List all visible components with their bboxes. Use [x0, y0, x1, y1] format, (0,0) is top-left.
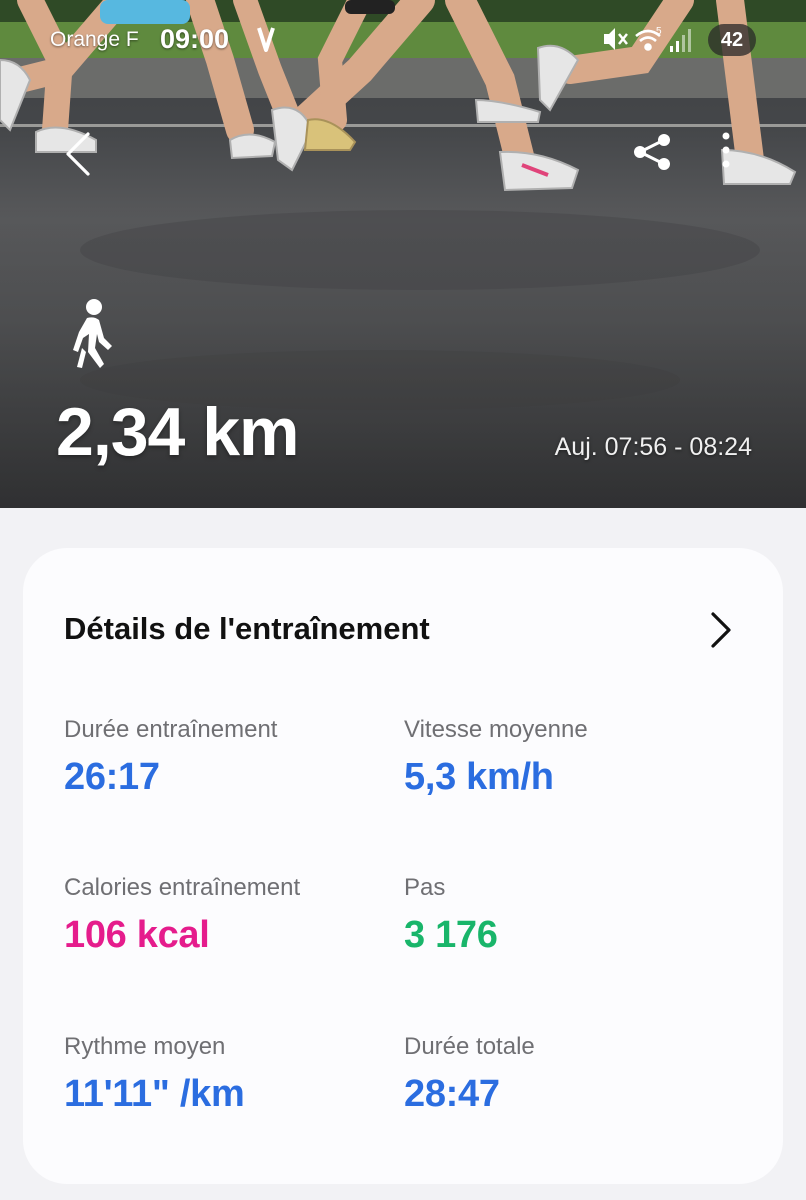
mute-icon: [604, 28, 628, 50]
stat-workout-duration: Durée entraînement 26:17: [64, 716, 277, 799]
workout-details-card: Détails de l'entraînement Durée entraîne…: [23, 548, 783, 1184]
stat-average-speed: Vitesse moyenne 5,3 km/h: [404, 716, 588, 799]
walking-person-icon: [73, 299, 112, 368]
stat-value: 3 176: [404, 914, 498, 956]
carrier-name: Orange F: [50, 28, 139, 51]
stat-value: 106 kcal: [64, 914, 210, 956]
back-button[interactable]: [48, 124, 108, 184]
battery-indicator: 42: [708, 24, 756, 56]
workout-time-range: Auj. 07:56 - 08:24: [554, 433, 752, 461]
app-notification-icon: [257, 27, 275, 52]
stat-steps: Pas 3 176: [404, 874, 498, 957]
details-title: Détails de l'entraînement: [64, 611, 430, 646]
more-options-button[interactable]: [698, 124, 758, 184]
share-button[interactable]: [622, 124, 682, 184]
stat-total-duration: Durée totale 28:47: [404, 1033, 535, 1116]
workout-screen: Orange F 09:00 5 42 2,34 km Auj. 07:56 -…: [0, 0, 806, 1200]
chevron-left-icon: [66, 132, 90, 176]
stat-label: Calories entraînement: [64, 874, 301, 901]
share-icon: [634, 134, 670, 170]
stat-value: 26:17: [64, 756, 160, 798]
stat-label: Durée entraînement: [64, 716, 278, 743]
status-clock: 09:00: [160, 24, 230, 54]
svg-text:5: 5: [656, 26, 662, 37]
workout-distance: 2,34 km: [56, 394, 300, 470]
stat-label: Durée totale: [404, 1033, 535, 1060]
stat-value: 5,3 km/h: [404, 756, 554, 798]
stat-calories: Calories entraînement 106 kcal: [64, 874, 300, 957]
stat-label: Pas: [404, 874, 446, 901]
stat-value: 11'11" /km: [64, 1073, 245, 1115]
more-vertical-icon: [722, 132, 730, 168]
stat-label: Vitesse moyenne: [404, 716, 588, 743]
status-icons: 5: [604, 26, 691, 52]
stat-label: Rythme moyen: [64, 1033, 226, 1060]
hero-photo: Orange F 09:00 5 42 2,34 km Auj. 07:56 -…: [0, 0, 806, 508]
stat-value: 28:47: [404, 1073, 500, 1115]
details-open-button[interactable]: [701, 606, 741, 654]
signal-icon: [670, 29, 691, 52]
status-bar: Orange F 09:00 5 42: [0, 0, 806, 80]
chevron-right-icon: [711, 612, 731, 648]
stat-average-pace: Rythme moyen 11'11" /km: [64, 1033, 245, 1116]
